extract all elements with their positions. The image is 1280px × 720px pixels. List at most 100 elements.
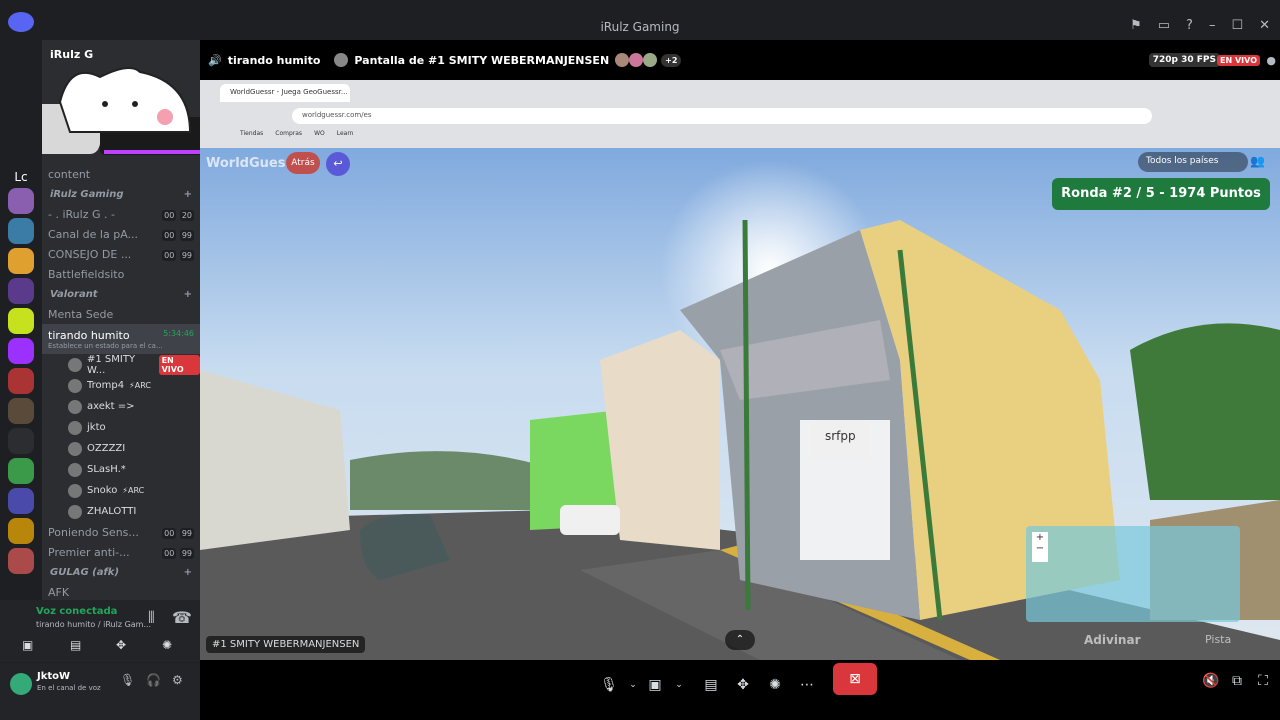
inbox-icon[interactable]: ▭	[1158, 18, 1170, 33]
active-voice-channel[interactable]: tirando humito 5:34:46 Establece un estad…	[42, 324, 200, 354]
soundboard-icon[interactable]: ✺	[762, 672, 788, 698]
call-controls: 🎙 ⌄ ▣ ⌄ ▤ ✥ ✺ ⋯ ⊠ 🔇 ⧉ ⛶	[200, 660, 1280, 720]
avatar	[68, 483, 82, 498]
avatar	[68, 399, 82, 414]
bookmark[interactable]: Learn	[337, 130, 354, 137]
server-icon[interactable]	[8, 458, 34, 484]
voice-user[interactable]: OZZZZI	[42, 438, 200, 459]
server-icon[interactable]	[8, 368, 34, 394]
title-bar: iRulz Gaming ⚑ ▭ ? – ☐ ✕	[0, 0, 1280, 40]
server-icon[interactable]	[8, 428, 34, 454]
address-bar[interactable]: worldguessr.com/es	[292, 108, 1152, 124]
voice-channel-info[interactable]: tirando humito / iRulz Gam...	[36, 620, 151, 629]
bookmark[interactable]: WO	[314, 130, 325, 137]
server-icon[interactable]	[8, 488, 34, 514]
category-header[interactable]: iRulz Gaming +	[42, 184, 200, 204]
channel-content[interactable]: content	[42, 164, 200, 184]
server-icon[interactable]	[8, 218, 34, 244]
voice-user[interactable]: ZHALOTTI	[42, 501, 200, 522]
voice-channel[interactable]: - . iRulz G . -00 20	[42, 204, 200, 224]
minimize-button[interactable]: –	[1209, 18, 1216, 33]
category-header[interactable]: GULAG (afk) +	[42, 562, 200, 582]
voice-user[interactable]: #1 SMITY W... EN VIVO	[42, 354, 200, 376]
bookmark[interactable]: Tiendas	[240, 130, 263, 137]
gear-icon[interactable]: ⚙	[172, 673, 183, 687]
flag-icon[interactable]: ⚑	[1130, 18, 1142, 33]
expand-icon[interactable]: ⌃	[725, 630, 755, 650]
server-list: Lc	[0, 40, 42, 600]
voice-user[interactable]: Snoko ⚡ARC	[42, 480, 200, 501]
extra-viewers[interactable]: +2	[661, 53, 682, 67]
fullscreen-icon[interactable]: ⛶	[1250, 668, 1276, 694]
guess-button[interactable]: Adivinar	[1084, 633, 1140, 647]
back-button[interactable]: Atrás	[286, 152, 320, 174]
leave-call-button[interactable]: ⊠	[833, 663, 877, 695]
server-icon[interactable]	[8, 278, 34, 304]
return-icon[interactable]: ↩	[326, 152, 350, 176]
avatar	[615, 53, 630, 67]
voice-channel[interactable]: CONSEJO DE ... 00 99	[42, 244, 200, 264]
server-icon[interactable]	[8, 548, 34, 574]
multiplayer-icon[interactable]: 👥	[1250, 154, 1265, 168]
server-initials[interactable]: Lc	[0, 170, 42, 184]
voice-status: Voz conectada	[36, 606, 118, 617]
avatar[interactable]	[10, 673, 32, 695]
zoom-controls[interactable]: + −	[1032, 532, 1048, 562]
avatar	[68, 504, 82, 519]
activities-icon[interactable]: ✥	[730, 672, 756, 698]
microphone-icon[interactable]: 🎙	[120, 673, 135, 687]
voice-channel[interactable]: Canal de la pA... 00 99	[42, 224, 200, 244]
voice-channel[interactable]: Poniendo Sens... 00 99	[42, 522, 200, 542]
camera-off-icon[interactable]: ▣	[642, 672, 668, 698]
headphones-icon[interactable]: 🎧	[146, 673, 161, 687]
server-icon[interactable]	[8, 308, 34, 334]
chevron-down-icon[interactable]: ⌄	[666, 672, 692, 698]
channel-sidebar: iRulz G content iRulz Gaming + - . iRulz …	[42, 40, 200, 600]
voice-user[interactable]: SLasH.*	[42, 459, 200, 480]
more-icon[interactable]: ⋯	[794, 672, 820, 698]
soundboard-icon[interactable]: ✺	[162, 638, 172, 652]
avatar	[68, 420, 82, 435]
voice-channel[interactable]: Battlefieldsito	[42, 264, 200, 284]
stream-view[interactable]: srfpp WorldGuessr - Juega GeoGuessr... w…	[200, 80, 1280, 660]
activities-icon[interactable]: ✥	[116, 638, 126, 652]
server-icon[interactable]	[8, 188, 34, 214]
noise-icon[interactable]: ⫴	[148, 608, 155, 628]
server-icon[interactable]	[8, 518, 34, 544]
browser-tab[interactable]: WorldGuessr - Juega GeoGuessr...	[220, 84, 350, 102]
cat-overlay	[42, 62, 200, 162]
voice-user[interactable]: Tromp4 ⚡ARC	[42, 375, 200, 396]
avatar	[334, 53, 349, 67]
live-badge: EN VIVO	[158, 354, 200, 375]
round-indicator: Ronda #2 / 5 - 1974 Puntos	[1052, 178, 1270, 210]
category-header[interactable]: Valorant +	[42, 284, 200, 304]
screen-share-icon[interactable]: ▤	[698, 672, 724, 698]
disconnect-icon[interactable]: ☎	[172, 608, 192, 627]
stream-channel[interactable]: tirando humito	[228, 54, 321, 67]
camera-icon[interactable]: ▣	[22, 638, 33, 652]
maximize-button[interactable]: ☐	[1231, 18, 1243, 33]
guess-map[interactable]: + −	[1026, 526, 1240, 622]
voice-channel[interactable]: Premier anti-... 00 99	[42, 542, 200, 562]
voice-user[interactable]: jkto	[42, 417, 200, 438]
chat-icon[interactable]: ●	[1266, 54, 1276, 67]
popout-icon[interactable]: ⧉	[1224, 668, 1250, 694]
country-filter[interactable]: Todos los países	[1138, 152, 1248, 172]
stream-header: 🔊 tirando humito Pantalla de #1 SMITY WE…	[200, 40, 1280, 80]
help-icon[interactable]: ?	[1186, 18, 1193, 33]
server-icon[interactable]	[8, 398, 34, 424]
hint-button[interactable]: Pista	[1205, 633, 1231, 646]
microphone-icon[interactable]: 🎙	[596, 672, 622, 698]
user-panel: JktoW En el canal de voz 🎙 🎧 ⚙	[0, 662, 200, 720]
close-button[interactable]: ✕	[1259, 18, 1270, 33]
server-icon[interactable]	[8, 338, 34, 364]
volume-mute-icon[interactable]: 🔇	[1198, 668, 1224, 694]
voice-user[interactable]: axekt =>	[42, 396, 200, 417]
bookmark[interactable]: Compras	[275, 130, 302, 137]
afk-channel[interactable]: AFK	[42, 582, 200, 600]
server-icon[interactable]	[8, 248, 34, 274]
avatar	[68, 462, 82, 477]
voice-channel[interactable]: Menta Sede	[42, 304, 200, 324]
avatar	[68, 357, 82, 372]
screen-share-icon[interactable]: ▤	[70, 638, 81, 652]
